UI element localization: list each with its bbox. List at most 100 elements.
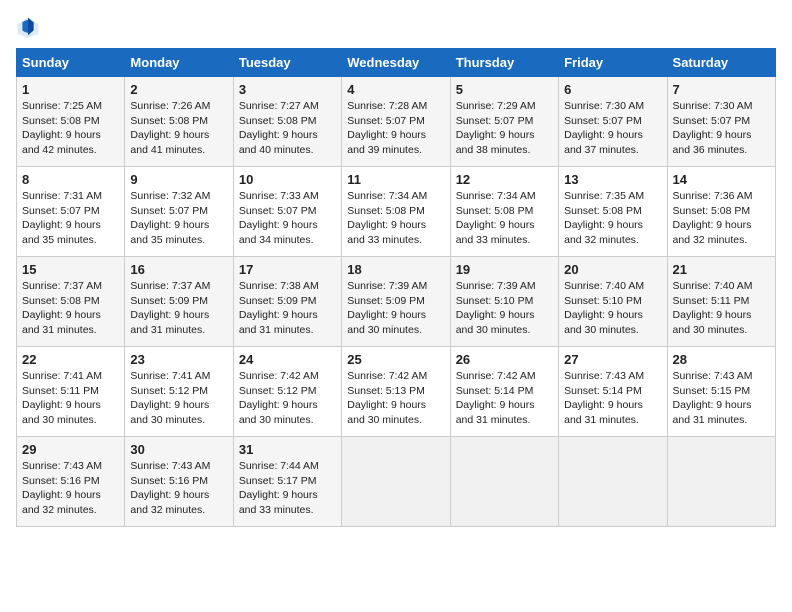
day-info: Sunrise: 7:40 AMSunset: 5:11 PMDaylight:… (673, 279, 770, 338)
day-number: 4 (347, 82, 444, 97)
calendar-day-cell: 25Sunrise: 7:42 AMSunset: 5:13 PMDayligh… (342, 347, 450, 437)
calendar-day-cell: 14 Sunrise: 7:36 AMSunset: 5:08 PMDayligh… (667, 167, 775, 257)
day-of-week-header: Wednesday (342, 49, 450, 77)
day-info: Sunrise: 7:26 AMSunset: 5:08 PMDaylight:… (130, 99, 227, 158)
day-number: 1 (22, 82, 119, 97)
calendar-day-cell: 10 Sunrise: 7:33 AMSunset: 5:07 PMDayligh… (233, 167, 341, 257)
day-info: Sunrise: 7:34 AMSunset: 5:08 PMDaylight:… (456, 189, 553, 248)
day-info: Sunrise: 7:42 AMSunset: 5:13 PMDaylight:… (347, 369, 444, 428)
day-info: Sunrise: 7:32 AMSunset: 5:07 PMDaylight:… (130, 189, 227, 248)
calendar-day-cell: 7 Sunrise: 7:30 AMSunset: 5:07 PMDaylight… (667, 77, 775, 167)
calendar-day-cell: 16Sunrise: 7:37 AMSunset: 5:09 PMDayligh… (125, 257, 233, 347)
day-info: Sunrise: 7:43 AMSunset: 5:14 PMDaylight:… (564, 369, 661, 428)
calendar-body: 1 Sunrise: 7:25 AMSunset: 5:08 PMDaylight… (17, 77, 776, 527)
calendar-day-cell: 8 Sunrise: 7:31 AMSunset: 5:07 PMDaylight… (17, 167, 125, 257)
day-number: 8 (22, 172, 119, 187)
day-number: 20 (564, 262, 661, 277)
day-number: 13 (564, 172, 661, 187)
day-number: 30 (130, 442, 227, 457)
day-number: 16 (130, 262, 227, 277)
calendar-week-row: 15 Sunrise: 7:37 AMSunset: 5:08 PMDayligh… (17, 257, 776, 347)
day-number: 7 (673, 82, 770, 97)
calendar-day-cell: 15 Sunrise: 7:37 AMSunset: 5:08 PMDayligh… (17, 257, 125, 347)
calendar-day-cell: 4Sunrise: 7:28 AMSunset: 5:07 PMDaylight… (342, 77, 450, 167)
calendar-day-cell: 31 Sunrise: 7:44 AMSunset: 5:17 PMDayligh… (233, 437, 341, 527)
calendar-week-row: 1 Sunrise: 7:25 AMSunset: 5:08 PMDaylight… (17, 77, 776, 167)
calendar-day-cell: 3Sunrise: 7:27 AMSunset: 5:08 PMDaylight… (233, 77, 341, 167)
day-number: 24 (239, 352, 336, 367)
day-of-week-header: Friday (559, 49, 667, 77)
day-info: Sunrise: 7:37 AMSunset: 5:08 PMDaylight:… (22, 279, 119, 338)
calendar-table: SundayMondayTuesdayWednesdayThursdayFrid… (16, 48, 776, 527)
day-number: 10 (239, 172, 336, 187)
day-number: 15 (22, 262, 119, 277)
day-number: 28 (673, 352, 770, 367)
day-number: 19 (456, 262, 553, 277)
calendar-day-cell (342, 437, 450, 527)
day-number: 9 (130, 172, 227, 187)
day-info: Sunrise: 7:41 AMSunset: 5:12 PMDaylight:… (130, 369, 227, 428)
day-of-week-header: Thursday (450, 49, 558, 77)
calendar-day-cell: 29 Sunrise: 7:43 AMSunset: 5:16 PMDayligh… (17, 437, 125, 527)
day-of-week-header: Monday (125, 49, 233, 77)
logo-icon (16, 16, 40, 40)
day-number: 14 (673, 172, 770, 187)
day-number: 17 (239, 262, 336, 277)
day-number: 29 (22, 442, 119, 457)
day-of-week-header: Saturday (667, 49, 775, 77)
day-number: 21 (673, 262, 770, 277)
day-number: 12 (456, 172, 553, 187)
day-info: Sunrise: 7:35 AMSunset: 5:08 PMDaylight:… (564, 189, 661, 248)
day-info: Sunrise: 7:39 AMSunset: 5:10 PMDaylight:… (456, 279, 553, 338)
day-info: Sunrise: 7:38 AMSunset: 5:09 PMDaylight:… (239, 279, 336, 338)
day-number: 18 (347, 262, 444, 277)
calendar-day-cell: 13 Sunrise: 7:35 AMSunset: 5:08 PMDayligh… (559, 167, 667, 257)
calendar-day-cell (450, 437, 558, 527)
day-info: Sunrise: 7:39 AMSunset: 5:09 PMDaylight:… (347, 279, 444, 338)
calendar-day-cell: 5 Sunrise: 7:29 AMSunset: 5:07 PMDaylight… (450, 77, 558, 167)
calendar-header: SundayMondayTuesdayWednesdayThursdayFrid… (17, 49, 776, 77)
calendar-week-row: 8 Sunrise: 7:31 AMSunset: 5:07 PMDaylight… (17, 167, 776, 257)
day-info: Sunrise: 7:40 AMSunset: 5:10 PMDaylight:… (564, 279, 661, 338)
calendar-day-cell: 26Sunrise: 7:42 AMSunset: 5:14 PMDayligh… (450, 347, 558, 437)
day-info: Sunrise: 7:36 AMSunset: 5:08 PMDaylight:… (673, 189, 770, 248)
calendar-day-cell: 19 Sunrise: 7:39 AMSunset: 5:10 PMDayligh… (450, 257, 558, 347)
day-of-week-header: Sunday (17, 49, 125, 77)
calendar-day-cell: 17 Sunrise: 7:38 AMSunset: 5:09 PMDayligh… (233, 257, 341, 347)
calendar-day-cell: 9 Sunrise: 7:32 AMSunset: 5:07 PMDaylight… (125, 167, 233, 257)
calendar-day-cell (667, 437, 775, 527)
day-number: 26 (456, 352, 553, 367)
calendar-day-cell: 23Sunrise: 7:41 AMSunset: 5:12 PMDayligh… (125, 347, 233, 437)
day-number: 22 (22, 352, 119, 367)
calendar-day-cell: 11Sunrise: 7:34 AMSunset: 5:08 PMDayligh… (342, 167, 450, 257)
page-header (16, 16, 776, 40)
day-info: Sunrise: 7:42 AMSunset: 5:12 PMDaylight:… (239, 369, 336, 428)
day-number: 2 (130, 82, 227, 97)
calendar-day-cell: 27 Sunrise: 7:43 AMSunset: 5:14 PMDayligh… (559, 347, 667, 437)
day-number: 27 (564, 352, 661, 367)
day-info: Sunrise: 7:25 AMSunset: 5:08 PMDaylight:… (22, 99, 119, 158)
day-info: Sunrise: 7:33 AMSunset: 5:07 PMDaylight:… (239, 189, 336, 248)
calendar-week-row: 22 Sunrise: 7:41 AMSunset: 5:11 PMDayligh… (17, 347, 776, 437)
day-info: Sunrise: 7:30 AMSunset: 5:07 PMDaylight:… (673, 99, 770, 158)
calendar-week-row: 29 Sunrise: 7:43 AMSunset: 5:16 PMDayligh… (17, 437, 776, 527)
day-info: Sunrise: 7:29 AMSunset: 5:07 PMDaylight:… (456, 99, 553, 158)
calendar-day-cell: 24 Sunrise: 7:42 AMSunset: 5:12 PMDayligh… (233, 347, 341, 437)
calendar-day-cell: 1 Sunrise: 7:25 AMSunset: 5:08 PMDaylight… (17, 77, 125, 167)
day-info: Sunrise: 7:41 AMSunset: 5:11 PMDaylight:… (22, 369, 119, 428)
day-info: Sunrise: 7:27 AMSunset: 5:08 PMDaylight:… (239, 99, 336, 158)
calendar-day-cell: 6Sunrise: 7:30 AMSunset: 5:07 PMDaylight… (559, 77, 667, 167)
day-info: Sunrise: 7:31 AMSunset: 5:07 PMDaylight:… (22, 189, 119, 248)
day-of-week-header: Tuesday (233, 49, 341, 77)
day-number: 11 (347, 172, 444, 187)
calendar-day-cell: 30 Sunrise: 7:43 AMSunset: 5:16 PMDayligh… (125, 437, 233, 527)
day-info: Sunrise: 7:43 AMSunset: 5:16 PMDaylight:… (22, 459, 119, 518)
day-number: 31 (239, 442, 336, 457)
calendar-day-cell: 18 Sunrise: 7:39 AMSunset: 5:09 PMDayligh… (342, 257, 450, 347)
calendar-day-cell: 28Sunrise: 7:43 AMSunset: 5:15 PMDayligh… (667, 347, 775, 437)
day-info: Sunrise: 7:30 AMSunset: 5:07 PMDaylight:… (564, 99, 661, 158)
day-number: 5 (456, 82, 553, 97)
day-info: Sunrise: 7:43 AMSunset: 5:16 PMDaylight:… (130, 459, 227, 518)
calendar-day-cell (559, 437, 667, 527)
day-info: Sunrise: 7:44 AMSunset: 5:17 PMDaylight:… (239, 459, 336, 518)
